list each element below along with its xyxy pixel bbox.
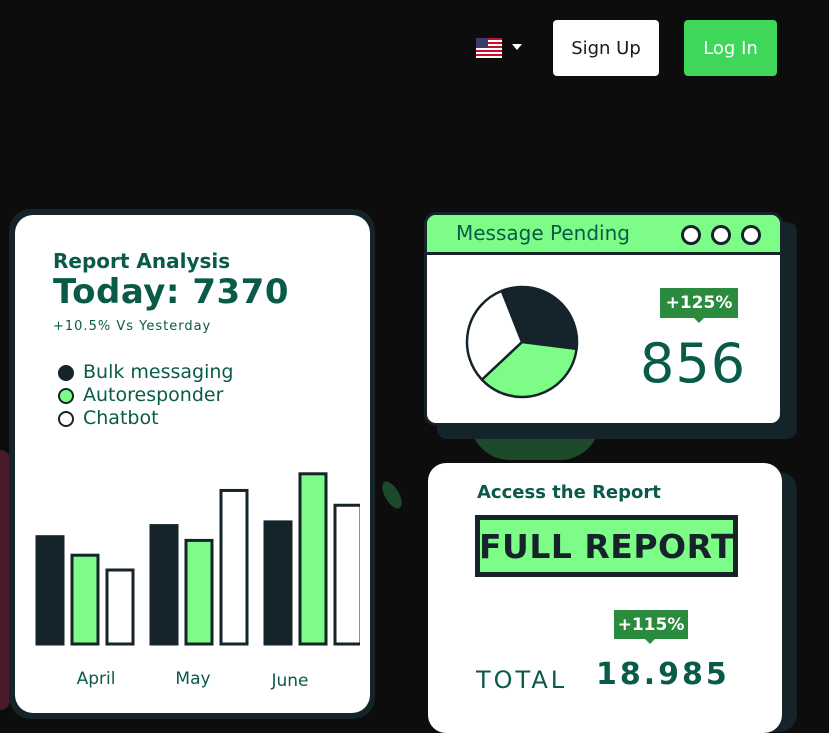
pie-chart	[465, 285, 579, 399]
pending-count: 856	[640, 332, 747, 395]
month-label-april: April	[76, 669, 116, 689]
bar-may-autoresponder	[184, 538, 214, 646]
message-pending-header: Message Pending	[427, 215, 780, 255]
window-dot-icon	[681, 225, 701, 245]
bar-june-chatbot	[333, 503, 360, 646]
window-dot-icon	[741, 225, 761, 245]
legend-dot-bulk	[58, 365, 74, 381]
legend-label-bulk: Bulk messaging	[83, 361, 234, 383]
month-label-june: June	[271, 671, 309, 691]
badge-pointer	[644, 638, 656, 644]
report-subtitle: +10.5% Vs Yesterday	[53, 319, 212, 334]
total-label: TOTAL	[476, 666, 568, 694]
bar-june-bulk-messaging	[263, 520, 293, 646]
legend-label-chatbot: Chatbot	[83, 407, 159, 429]
full-report-button[interactable]: FULL REPORT	[479, 520, 734, 572]
window-dot-icon	[711, 225, 731, 245]
message-pending-title: Message Pending	[456, 221, 630, 245]
access-report-title: Access the Report	[477, 482, 661, 503]
log-in-button[interactable]: Log In	[684, 20, 777, 76]
bar-may-chatbot	[219, 488, 249, 646]
total-value: 18.985	[596, 657, 730, 692]
sign-up-button[interactable]: Sign Up	[553, 20, 659, 76]
decorative-blob	[378, 478, 406, 512]
us-flag-icon[interactable]	[476, 38, 502, 58]
bar-chart	[35, 472, 360, 646]
chevron-down-icon[interactable]	[512, 44, 522, 50]
month-label-may: May	[175, 669, 211, 689]
badge-pointer	[693, 317, 705, 323]
bar-may-bulk-messaging	[149, 524, 179, 646]
bar-june-autoresponder	[298, 472, 328, 646]
total-growth-badge: +115%	[614, 610, 688, 639]
legend-dot-chatbot	[58, 411, 74, 427]
bar-april-bulk-messaging	[35, 535, 65, 646]
today-count: Today: 7370	[53, 272, 289, 312]
bar-april-autoresponder	[70, 553, 100, 646]
report-title: Report Analysis	[53, 249, 231, 273]
pending-growth-badge: +125%	[660, 288, 738, 318]
bar-april-chatbot	[105, 568, 135, 646]
legend-dot-autoresponder	[58, 388, 74, 404]
legend-label-autoresponder: Autoresponder	[83, 384, 224, 406]
